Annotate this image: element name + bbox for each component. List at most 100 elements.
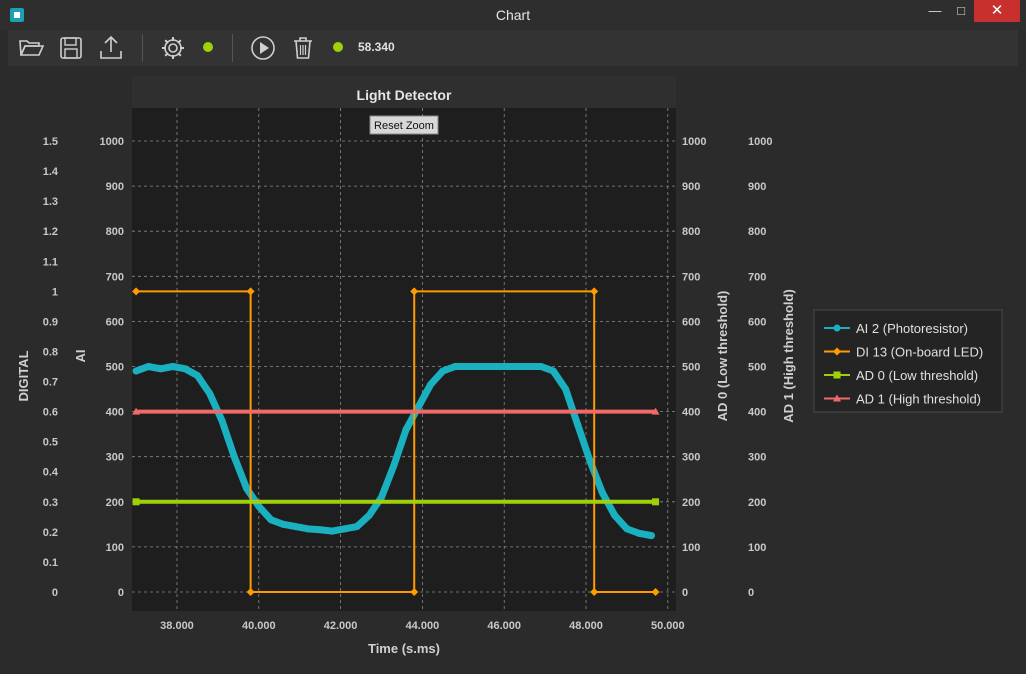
data-point-ai-2-photoresistor xyxy=(378,493,386,501)
digital-tick-label: 1.3 xyxy=(43,196,58,208)
data-point-ai-2-photoresistor xyxy=(500,363,508,370)
value-readout: 58.340 xyxy=(358,40,395,54)
ai-tick-label: 600 xyxy=(106,316,124,328)
x-tick-label: 50.000 xyxy=(651,620,685,632)
data-point-ai-2-photoresistor xyxy=(353,523,361,531)
data-point-ai-2-photoresistor xyxy=(525,363,533,370)
data-point-ai-2-photoresistor xyxy=(635,529,643,537)
data-point-ai-2-photoresistor xyxy=(316,526,324,534)
data-point-ai-2-photoresistor xyxy=(586,457,594,465)
ad0-tick-label: 800 xyxy=(682,226,700,238)
digital-tick-label: 0.6 xyxy=(43,407,58,419)
data-point-ai-2-photoresistor xyxy=(439,367,447,375)
data-point-ai-2-photoresistor xyxy=(463,363,471,370)
ai-tick-label: 700 xyxy=(106,271,124,283)
digital-tick-label: 0.4 xyxy=(43,467,59,479)
data-point-ai-2-photoresistor xyxy=(414,403,422,411)
data-point-ad-0-low-threshold xyxy=(132,498,140,506)
digital-tick-label: 0.2 xyxy=(43,527,58,539)
status-dot xyxy=(333,42,343,52)
data-point-ai-2-photoresistor xyxy=(267,516,275,524)
ad1-tick-label: 300 xyxy=(748,452,766,464)
y-axis-label-ai: AI xyxy=(73,350,88,363)
ad1-tick-label: 1000 xyxy=(748,136,772,148)
save-icon[interactable] xyxy=(56,33,86,63)
toolbar-separator xyxy=(142,34,143,62)
x-tick-label: 38.000 xyxy=(160,620,194,632)
data-point-ai-2-photoresistor xyxy=(574,421,582,429)
digital-tick-label: 0.9 xyxy=(43,316,58,328)
data-point-ai-2-photoresistor xyxy=(390,462,398,470)
toolbar-separator xyxy=(232,34,233,62)
ad1-tick-label: 200 xyxy=(748,497,766,509)
data-point-ai-2-photoresistor xyxy=(132,367,140,375)
window-title: Chart xyxy=(495,7,531,23)
trash-icon[interactable] xyxy=(288,33,318,63)
ad0-tick-label: 100 xyxy=(682,542,700,554)
data-point-ai-2-photoresistor xyxy=(292,523,300,531)
ai-tick-label: 1000 xyxy=(100,136,124,148)
folder-open-icon[interactable] xyxy=(16,33,46,63)
legend-marker-ai-2-photoresistor xyxy=(833,324,841,332)
data-point-ai-2-photoresistor xyxy=(243,484,251,492)
ad1-tick-label: 800 xyxy=(748,226,766,238)
x-tick-label: 40.000 xyxy=(242,620,276,632)
legend: AI 2 (Photoresistor) DI 13 (On-board LED)… xyxy=(813,309,1003,413)
minimize-button[interactable]: — xyxy=(922,0,948,22)
ad0-tick-label: 1000 xyxy=(682,136,706,148)
ai-tick-label: 300 xyxy=(106,452,124,464)
data-point-ai-2-photoresistor xyxy=(476,363,484,370)
ad0-tick-label: 0 xyxy=(682,587,688,599)
ai-tick-label: 500 xyxy=(106,362,124,374)
legend-label-ai-2-photoresistor: AI 2 (Photoresistor) xyxy=(856,321,968,336)
data-point-ai-2-photoresistor xyxy=(218,417,226,425)
export-icon[interactable] xyxy=(96,33,126,63)
x-tick-label: 44.000 xyxy=(406,620,440,632)
ad0-tick-label: 900 xyxy=(682,181,700,193)
data-point-ai-2-photoresistor xyxy=(255,502,263,510)
digital-tick-label: 1.4 xyxy=(43,166,59,178)
ad0-tick-label: 400 xyxy=(682,407,700,419)
ai-tick-label: 0 xyxy=(118,587,124,599)
ad1-tick-label: 500 xyxy=(748,362,766,374)
digital-tick-label: 0 xyxy=(52,587,58,599)
y-axis-label-ad1: AD 1 (High threshold) xyxy=(781,289,796,423)
data-point-ai-2-photoresistor xyxy=(144,363,152,370)
digital-tick-label: 1.5 xyxy=(43,136,58,148)
digital-tick-label: 0.1 xyxy=(43,557,58,569)
ad0-tick-label: 700 xyxy=(682,271,700,283)
digital-tick-label: 0.8 xyxy=(43,346,58,358)
play-icon[interactable] xyxy=(248,33,278,63)
close-button[interactable]: ✕ xyxy=(974,0,1020,22)
digital-tick-label: 0.7 xyxy=(43,377,58,389)
reset-zoom-button[interactable]: Reset Zoom xyxy=(369,115,439,135)
data-point-ai-2-photoresistor xyxy=(451,363,459,370)
status-dot xyxy=(203,42,213,52)
data-point-ai-2-photoresistor xyxy=(512,363,520,370)
digital-tick-label: 1 xyxy=(52,286,58,298)
data-point-ai-2-photoresistor xyxy=(169,363,177,370)
maximize-button[interactable]: □ xyxy=(948,0,974,22)
ad0-tick-label: 200 xyxy=(682,497,700,509)
data-point-ai-2-photoresistor xyxy=(647,532,655,540)
data-point-ai-2-photoresistor xyxy=(157,365,165,373)
gear-icon[interactable] xyxy=(158,33,188,63)
legend-marker-ad-0-low-threshold xyxy=(833,371,841,379)
toolbar: 58.340 xyxy=(8,30,1018,66)
legend-label-di-13-on-board-led: DI 13 (On-board LED) xyxy=(856,345,983,360)
ad1-tick-label: 900 xyxy=(748,181,766,193)
ai-tick-label: 900 xyxy=(106,181,124,193)
digital-tick-label: 1.2 xyxy=(43,226,58,238)
data-point-ai-2-photoresistor xyxy=(537,363,545,370)
chart-title: Light Detector xyxy=(357,87,452,103)
x-tick-labels: 38.000 40.000 42.000 44.000 46.000 48.000 50.0… xyxy=(160,620,684,632)
chart[interactable]: Light Detector 38.000 40.000 42.000 44.000 4… xyxy=(8,66,1018,668)
y-axis-label-ad0: AD 0 (Low threshold) xyxy=(715,291,730,422)
data-point-ai-2-photoresistor xyxy=(488,363,496,370)
legend-label-ad-1-high-threshold: AD 1 (High threshold) xyxy=(856,392,981,407)
ad1-tick-label: 600 xyxy=(748,316,766,328)
data-point-ai-2-photoresistor xyxy=(193,372,201,380)
chart-area: Light Detector 38.000 40.000 42.000 44.000 4… xyxy=(8,66,1018,668)
ai-tick-label: 200 xyxy=(106,497,124,509)
ad0-tick-label: 300 xyxy=(682,452,700,464)
